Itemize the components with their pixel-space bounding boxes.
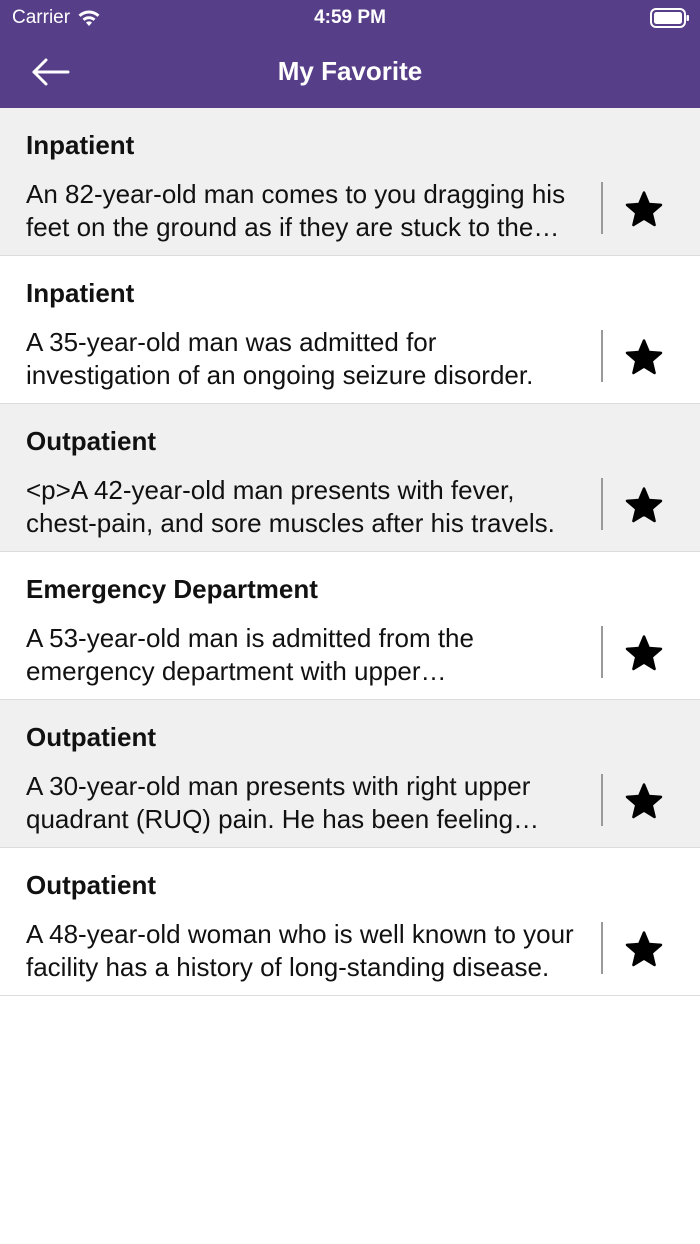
app-header: Carrier 4:59 PM My Favorite [0, 0, 700, 108]
item-description: A 35-year-old man was admitted for inves… [26, 327, 534, 390]
star-filled-icon [625, 783, 663, 819]
favorite-star-button[interactable] [620, 926, 668, 974]
favorite-star-button[interactable] [620, 778, 668, 826]
star-filled-icon [625, 931, 663, 967]
divider [601, 478, 603, 530]
navigation-bar: My Favorite [0, 36, 700, 108]
item-description: A 48-year-old woman who is well known to… [26, 919, 574, 982]
status-bar: Carrier 4:59 PM [0, 0, 700, 36]
status-time: 4:59 PM [314, 7, 386, 28]
item-category: Emergency Department [26, 574, 318, 604]
divider [601, 922, 603, 974]
item-description: <p>A 42-year-old man presents with fever… [26, 475, 555, 538]
divider [601, 330, 603, 382]
item-category: Outpatient [26, 426, 156, 456]
divider [601, 774, 603, 826]
favorite-star-button[interactable] [620, 630, 668, 678]
divider [601, 182, 603, 234]
favorites-list: Inpatient An 82-year-old man comes to yo… [0, 108, 700, 996]
star-filled-icon [625, 339, 663, 375]
star-filled-icon [625, 191, 663, 227]
item-description: An 82-year-old man comes to you dragging… [26, 179, 566, 242]
list-item[interactable]: Outpatient A 30-year-old man presents wi… [0, 700, 700, 848]
battery-icon [650, 8, 690, 28]
star-filled-icon [625, 635, 663, 671]
item-category: Inpatient [26, 278, 135, 308]
list-item[interactable]: Outpatient A 48-year-old woman who is we… [0, 848, 700, 996]
page-title: My Favorite [277, 56, 423, 86]
star-filled-icon [625, 487, 663, 523]
item-category: Outpatient [26, 870, 156, 900]
list-item[interactable]: Outpatient <p>A 42-year-old man presents… [0, 404, 700, 552]
list-item[interactable]: Inpatient A 35-year-old man was admitted… [0, 256, 700, 404]
item-description: A 53-year-old man is admitted from the e… [26, 623, 474, 686]
favorite-star-button[interactable] [620, 482, 668, 530]
divider [601, 626, 603, 678]
favorite-star-button[interactable] [620, 334, 668, 382]
item-description: A 30-year-old man presents with right up… [26, 771, 531, 834]
item-category: Outpatient [26, 722, 156, 752]
favorite-star-button[interactable] [620, 186, 668, 234]
list-item[interactable]: Inpatient An 82-year-old man comes to yo… [0, 108, 700, 256]
list-item[interactable]: Emergency Department A 53-year-old man i… [0, 552, 700, 700]
item-category: Inpatient [26, 130, 135, 160]
